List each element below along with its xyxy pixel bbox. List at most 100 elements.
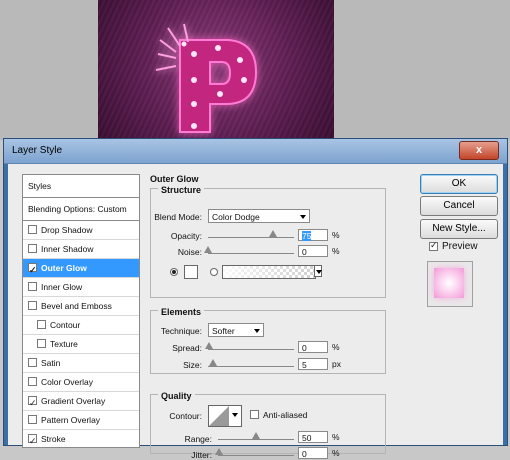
cancel-button[interactable]: Cancel	[420, 196, 498, 216]
style-item-styles[interactable]: Styles	[23, 175, 139, 198]
jitter-slider-thumb[interactable]	[215, 448, 223, 455]
style-item-checkbox[interactable]	[28, 282, 37, 291]
anti-aliased-label: Anti-aliased	[263, 410, 308, 420]
style-item-checkbox[interactable]	[28, 377, 37, 386]
style-item-color-overlay[interactable]: Color Overlay	[23, 373, 139, 392]
noise-label: Noise:	[177, 247, 202, 257]
style-item-label: Texture	[50, 339, 78, 349]
spread-input[interactable]: 0	[298, 341, 328, 353]
new-style-button[interactable]: New Style...	[420, 219, 498, 239]
close-button[interactable]: x	[459, 141, 499, 160]
technique-value: Softer	[212, 326, 235, 336]
style-item-bevel-and-emboss[interactable]: Bevel and Emboss	[23, 297, 139, 316]
size-slider-thumb[interactable]	[209, 359, 217, 366]
style-item-outer-glow[interactable]: Outer Glow	[23, 259, 139, 279]
style-item-checkbox[interactable]	[28, 244, 37, 253]
anti-aliased-checkbox[interactable]	[250, 410, 259, 419]
style-item-pattern-overlay[interactable]: Pattern Overlay	[23, 411, 139, 430]
style-item-checkbox[interactable]	[37, 320, 46, 329]
jitter-input[interactable]: 0	[298, 447, 328, 459]
technique-label: Technique:	[160, 326, 202, 336]
blend-mode-label: Blend Mode:	[154, 212, 202, 222]
noise-unit: %	[332, 246, 340, 256]
glow-color-swatch[interactable]	[184, 265, 198, 279]
style-item-checkbox[interactable]	[37, 339, 46, 348]
style-item-label: Contour	[50, 320, 81, 330]
style-item-label: Stroke	[41, 434, 66, 444]
style-item-inner-glow[interactable]: Inner Glow	[23, 278, 139, 297]
solid-color-radio[interactable]	[170, 268, 178, 276]
opacity-slider-thumb[interactable]	[268, 230, 277, 237]
style-item-checkbox[interactable]	[28, 394, 37, 412]
size-unit: px	[332, 359, 341, 369]
noise-slider-track[interactable]	[208, 253, 294, 254]
style-item-label: Gradient Overlay	[41, 396, 106, 406]
blend-mode-select[interactable]: Color Dodge	[208, 209, 310, 223]
opacity-value: 75	[302, 231, 312, 241]
gradient-radio[interactable]	[210, 268, 218, 276]
style-item-drop-shadow[interactable]: Drop Shadow	[23, 221, 139, 240]
style-item-checkbox[interactable]	[28, 358, 37, 367]
style-item-checkbox[interactable]	[28, 301, 37, 310]
chevron-down-icon	[300, 215, 306, 219]
jitter-slider-track[interactable]	[218, 455, 294, 456]
style-item-label: Outer Glow	[41, 263, 87, 273]
range-input[interactable]: 50	[298, 431, 328, 443]
preview-checkbox[interactable]	[429, 240, 438, 251]
style-item-label: Bevel and Emboss	[41, 301, 112, 311]
style-item-inner-shadow[interactable]: Inner Shadow	[23, 240, 139, 259]
quality-title: Quality	[158, 391, 195, 401]
outer-glow-panel: Outer Glow Structure Blend Mode: Color D…	[146, 168, 402, 460]
range-unit: %	[332, 432, 340, 442]
opacity-unit: %	[332, 230, 340, 240]
opacity-label: Opacity:	[170, 231, 202, 241]
opacity-slider-track[interactable]	[208, 237, 294, 238]
blend-mode-value: Color Dodge	[212, 212, 260, 222]
contour-curve-icon	[209, 406, 238, 426]
contour-picker[interactable]	[208, 405, 242, 427]
noise-slider-thumb[interactable]	[204, 246, 212, 253]
style-item-label: Pattern Overlay	[41, 415, 101, 425]
preview-label: Preview	[442, 241, 478, 252]
style-item-label: Blending Options: Custom	[28, 204, 127, 214]
quality-group	[150, 394, 386, 454]
noise-input[interactable]: 0	[298, 245, 328, 257]
styles-list: Styles Blending Options: Custom Drop Shado…	[22, 174, 140, 448]
neon-letter-p-image	[155, 23, 258, 133]
style-item-texture[interactable]: Texture	[23, 335, 139, 354]
jitter-unit: %	[332, 448, 340, 458]
structure-group	[150, 188, 386, 298]
style-item-gradient-overlay[interactable]: Gradient Overlay	[23, 392, 139, 412]
range-slider-track[interactable]	[218, 439, 294, 440]
size-slider-track[interactable]	[208, 366, 294, 367]
dialog-title: Layer Style	[12, 145, 63, 156]
style-item-label: Satin	[41, 358, 61, 368]
style-item-label: Inner Shadow	[41, 244, 94, 254]
ok-button[interactable]: OK	[420, 174, 498, 194]
artwork-preview	[98, 0, 334, 140]
style-item-checkbox[interactable]	[28, 415, 37, 424]
size-label: Size:	[183, 360, 202, 370]
style-item-checkbox[interactable]	[28, 261, 37, 279]
style-preview-thumbnail	[427, 261, 473, 307]
opacity-input[interactable]: 75	[298, 229, 328, 241]
size-input[interactable]: 5	[298, 358, 328, 370]
range-slider-thumb[interactable]	[252, 432, 260, 439]
dialog-titlebar[interactable]: Layer Style x	[4, 139, 507, 164]
spread-unit: %	[332, 342, 340, 352]
style-item-label: Inner Glow	[41, 282, 83, 292]
style-item-checkbox[interactable]	[28, 225, 37, 234]
spread-slider-track[interactable]	[208, 349, 294, 350]
gradient-dropdown-button[interactable]	[314, 265, 322, 277]
spread-slider-thumb[interactable]	[205, 342, 213, 349]
gradient-picker[interactable]	[222, 265, 316, 279]
contour-label: Contour:	[169, 411, 202, 421]
style-item-stroke[interactable]: Stroke	[23, 430, 139, 447]
style-item-satin[interactable]: Satin	[23, 354, 139, 373]
style-item-label: Styles	[28, 181, 52, 191]
technique-select[interactable]: Softer	[208, 323, 264, 337]
elements-title: Elements	[158, 307, 205, 317]
style-item-blending-options-custom[interactable]: Blending Options: Custom	[23, 198, 139, 221]
style-item-checkbox[interactable]	[28, 432, 37, 447]
style-item-contour[interactable]: Contour	[23, 316, 139, 335]
